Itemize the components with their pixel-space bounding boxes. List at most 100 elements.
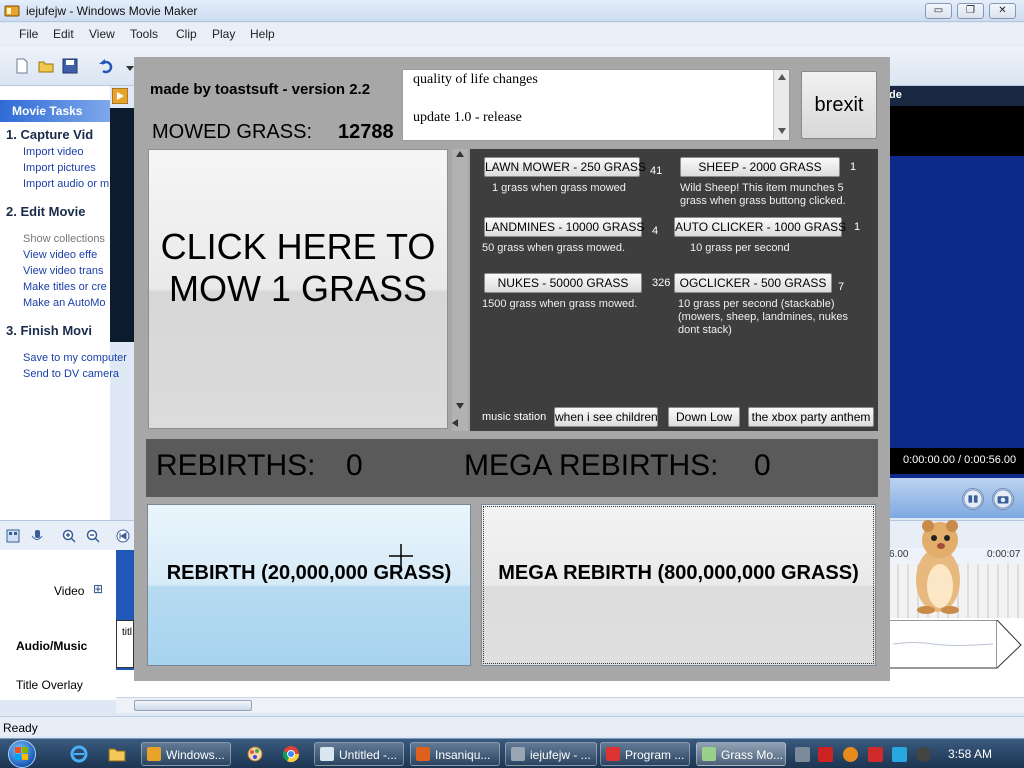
notes-scrollbar[interactable]: [773, 70, 789, 140]
scroll-left-icon[interactable]: [452, 419, 458, 427]
task-link-video-effects[interactable]: View video effe: [23, 249, 97, 261]
taskbar-button-windows[interactable]: Windows...: [141, 742, 231, 766]
task-section-finish[interactable]: 3. Finish Movi: [6, 323, 92, 338]
play-icon[interactable]: [112, 88, 128, 104]
music-xbox-party-anthem-button[interactable]: the xbox party anthem: [748, 407, 874, 427]
task-link-save-computer[interactable]: Save to my computer: [23, 352, 127, 364]
tray-network-icon[interactable]: [795, 747, 810, 762]
collection-preview: [110, 108, 134, 342]
notepad-icon: [320, 747, 334, 761]
mow-grass-button[interactable]: CLICK HERE TO MOW 1 GRASS: [148, 149, 448, 429]
buy-lawn-mower-button[interactable]: LAWN MOWER - 250 GRASS: [484, 157, 646, 177]
taskbar-button-untitled[interactable]: Untitled -...: [314, 742, 404, 766]
task-link-send-dv[interactable]: Send to DV camera: [23, 368, 119, 380]
menu-clip[interactable]: Clip: [176, 27, 197, 41]
taskbar-button-program[interactable]: Program ...: [600, 742, 690, 766]
menu-play[interactable]: Play: [212, 27, 235, 41]
music-down-low-button[interactable]: Down Low: [668, 407, 740, 427]
taskbar-button-label: Grass Mo...: [721, 748, 784, 762]
brexit-button[interactable]: brexit: [801, 71, 877, 139]
narrate-mic-icon[interactable]: [30, 529, 44, 543]
ruler-mark: 0:00:07: [987, 549, 1021, 560]
mowed-grass-counter: MOWED GRASS: 12788: [152, 121, 394, 144]
taskbar-button-iejufejw[interactable]: iejufejw - ...: [505, 742, 597, 766]
monitor-time-readout: 0:00:00.00 / 0:00:56.00: [889, 448, 1024, 474]
task-link-import-video[interactable]: Import video: [23, 146, 84, 158]
zoom-out-icon[interactable]: [86, 529, 100, 543]
preview-monitor: de: [889, 86, 1024, 484]
patch-notes-textbox[interactable]: quality of life changes update 1.0 - rel…: [402, 69, 790, 141]
buy-auto-clicker-button[interactable]: AUTO CLICKER - 1000 GRASS: [674, 217, 846, 237]
task-link-titles-credits[interactable]: Make titles or cre: [23, 281, 107, 293]
rebirth-button[interactable]: REBIRTH (20,000,000 GRASS): [147, 504, 471, 666]
task-section-capture[interactable]: 1. Capture Vid: [6, 127, 93, 142]
tray-antivirus-icon[interactable]: [818, 747, 833, 762]
taskbar-button-label: Untitled -...: [339, 748, 398, 762]
task-section-edit[interactable]: 2. Edit Movie: [6, 204, 85, 219]
close-button[interactable]: ✕: [989, 3, 1016, 19]
landmines-count: 4: [652, 225, 659, 237]
start-button[interactable]: [8, 740, 36, 768]
taskbar: Windows... Untitled -... Insaniqu... iej…: [0, 738, 1024, 768]
menu-edit[interactable]: Edit: [53, 27, 74, 41]
take-picture-icon[interactable]: [992, 488, 1014, 510]
tray-display-icon[interactable]: [892, 747, 907, 762]
ogclicker-description: 10 grass per second (stackable) (mowers,…: [678, 298, 848, 336]
task-link-show-collections[interactable]: Show collections: [23, 233, 105, 245]
save-icon[interactable]: [62, 58, 78, 74]
buy-ogclicker-button[interactable]: OGCLICKER - 500 GRASS: [674, 273, 832, 293]
undo-icon[interactable]: [98, 58, 114, 74]
split-clip-icon[interactable]: [962, 488, 984, 510]
open-folder-icon[interactable]: [38, 58, 54, 74]
version-credit: made by toastsuft - version 2.2: [150, 81, 371, 98]
shop-scrollbar[interactable]: [452, 149, 468, 431]
mega-rebirths-label: MEGA REBIRTHS:: [464, 449, 719, 482]
buy-nukes-button[interactable]: NUKES - 50000 GRASS: [484, 273, 642, 293]
buy-sheep-button[interactable]: SHEEP - 2000 GRASS: [680, 157, 840, 177]
zoom-in-icon[interactable]: [62, 529, 76, 543]
task-link-automovie[interactable]: Make an AutoMo: [23, 297, 106, 309]
paint-icon[interactable]: [246, 745, 264, 763]
windows-logo-icon: [15, 747, 28, 760]
mega-rebirth-button[interactable]: MEGA REBIRTH (800,000,000 GRASS): [481, 504, 876, 666]
sheep-description: Wild Sheep! This item munches 5 grass wh…: [680, 182, 846, 207]
scrollbar-thumb[interactable]: [134, 700, 252, 711]
taskbar-button-insaniqu[interactable]: Insaniqu...: [410, 742, 500, 766]
menu-view[interactable]: View: [89, 27, 115, 41]
menu-tools[interactable]: Tools: [130, 27, 158, 41]
explorer-folder-icon[interactable]: [108, 745, 126, 763]
tray-volume-icon[interactable]: [916, 747, 931, 762]
storyboard-icon[interactable]: [6, 529, 20, 543]
taskbar-button-grass-mower[interactable]: Grass Mo...: [696, 742, 786, 766]
internet-explorer-icon[interactable]: [70, 745, 88, 763]
rewind-icon[interactable]: [116, 529, 130, 543]
audio-clip[interactable]: titl: [116, 620, 134, 668]
lawn-mower-count: 41: [650, 165, 663, 177]
grass-game-icon: [702, 747, 716, 761]
task-link-import-audio[interactable]: Import audio or m: [23, 178, 109, 190]
menu-help[interactable]: Help: [250, 27, 275, 41]
track-label-title-overlay: Title Overlay: [16, 678, 83, 692]
new-file-icon[interactable]: [14, 58, 30, 74]
expand-track-icon[interactable]: ⊞: [93, 582, 103, 596]
track-label-audio: Audio/Music: [16, 639, 88, 653]
timeline-horizontal-scrollbar[interactable]: [116, 697, 1024, 713]
audio-clip-end[interactable]: [889, 620, 1024, 670]
minimize-button[interactable]: ▭: [925, 3, 952, 19]
task-link-import-pictures[interactable]: Import pictures: [23, 162, 96, 174]
scroll-down-icon[interactable]: [456, 403, 464, 409]
tray-search-icon[interactable]: [843, 747, 858, 762]
menu-file[interactable]: File: [19, 27, 38, 41]
movie-maker-app-icon: [4, 5, 20, 17]
maximize-button[interactable]: ❐: [957, 3, 984, 19]
chrome-icon[interactable]: [282, 745, 300, 763]
scroll-down-icon[interactable]: [778, 128, 786, 134]
monitor-header: de: [889, 86, 1024, 106]
scroll-up-icon[interactable]: [456, 151, 464, 157]
buy-landmines-button[interactable]: LANDMINES - 10000 GRASS: [484, 217, 644, 237]
task-link-video-transitions[interactable]: View video trans: [23, 265, 104, 277]
tray-flag-icon[interactable]: [868, 747, 883, 762]
scroll-up-icon[interactable]: [778, 74, 786, 80]
patch-note-line: update 1.0 - release: [413, 110, 522, 125]
music-when-i-see-children-button[interactable]: when i see children: [554, 407, 658, 427]
